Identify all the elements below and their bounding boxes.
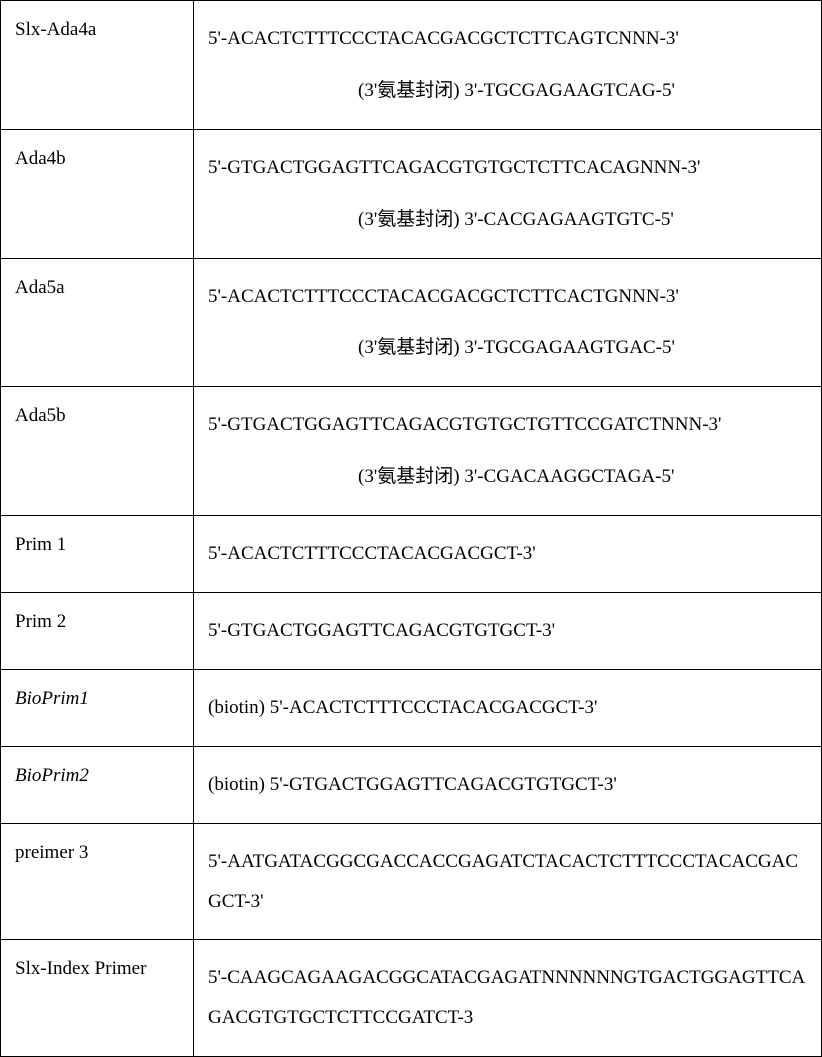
table-row: Ada4b 5'-GTGACTGGAGTTCAGACGTGTGCTCTTCACA…: [1, 129, 822, 258]
sequence-top: 5'-GTGACTGGAGTTCAGACGTGTGCTGTTCCGATCTNNN…: [208, 405, 807, 445]
row-label: Ada5b: [1, 387, 194, 516]
sequence-bottom: (3'氨基封闭) 3'-TGCGAGAAGTGAC-5': [208, 328, 807, 368]
sequence-bottom: (3'氨基封闭) 3'-TGCGAGAAGTCAG-5': [208, 71, 807, 111]
row-label: Slx-Ada4a: [1, 1, 194, 130]
table-row: preimer 3 5'-AATGATACGGCGACCACCGAGATCTAC…: [1, 823, 822, 940]
table-row: Ada5b 5'-GTGACTGGAGTTCAGACGTGTGCTGTTCCGA…: [1, 387, 822, 516]
row-sequence: 5'-ACACTCTTTCCCTACACGACGCT-3': [194, 516, 822, 593]
sequence-top: 5'-ACACTCTTTCCCTACACGACGCT-3': [208, 534, 807, 574]
table-row: BioPrim2 (biotin) 5'-GTGACTGGAGTTCAGACGT…: [1, 746, 822, 823]
table-row: Ada5a 5'-ACACTCTTTCCCTACACGACGCTCTTCACTG…: [1, 258, 822, 387]
row-label: Ada5a: [1, 258, 194, 387]
row-label: BioPrim2: [1, 746, 194, 823]
sequence-top: 5'-ACACTCTTTCCCTACACGACGCTCTTCAGTCNNN-3': [208, 19, 807, 59]
sequence-table: Slx-Ada4a 5'-ACACTCTTTCCCTACACGACGCTCTTC…: [0, 0, 822, 1057]
row-label: preimer 3: [1, 823, 194, 940]
sequence-top: 5'-GTGACTGGAGTTCAGACGTGTGCT-3': [208, 611, 807, 651]
row-sequence: 5'-ACACTCTTTCCCTACACGACGCTCTTCAGTCNNN-3'…: [194, 1, 822, 130]
row-label: Prim 2: [1, 593, 194, 670]
row-sequence: 5'-AATGATACGGCGACCACCGAGATCTACACTCTTTCCC…: [194, 823, 822, 940]
sequence-top: 5'-CAAGCAGAAGACGGCATACGAGATNNNNNNGTGACTG…: [208, 958, 807, 1038]
sequence-top: (biotin) 5'-GTGACTGGAGTTCAGACGTGTGCT-3': [208, 765, 807, 805]
row-label: BioPrim1: [1, 669, 194, 746]
row-sequence: 5'-CAAGCAGAAGACGGCATACGAGATNNNNNNGTGACTG…: [194, 940, 822, 1057]
sequence-top: 5'-AATGATACGGCGACCACCGAGATCTACACTCTTTCCC…: [208, 842, 807, 922]
sequence-bottom: (3'氨基封闭) 3'-CGACAAGGCTAGA-5': [208, 457, 807, 497]
row-sequence: 5'-GTGACTGGAGTTCAGACGTGTGCTGTTCCGATCTNNN…: [194, 387, 822, 516]
sequence-top: 5'-GTGACTGGAGTTCAGACGTGTGCTCTTCACAGNNN-3…: [208, 148, 807, 188]
row-sequence: 5'-ACACTCTTTCCCTACACGACGCTCTTCACTGNNN-3'…: [194, 258, 822, 387]
table-row: BioPrim1 (biotin) 5'-ACACTCTTTCCCTACACGA…: [1, 669, 822, 746]
row-label: Prim 1: [1, 516, 194, 593]
row-sequence: (biotin) 5'-GTGACTGGAGTTCAGACGTGTGCT-3': [194, 746, 822, 823]
sequence-top: (biotin) 5'-ACACTCTTTCCCTACACGACGCT-3': [208, 688, 807, 728]
sequence-bottom: (3'氨基封闭) 3'-CACGAGAAGTGTC-5': [208, 200, 807, 240]
row-sequence: 5'-GTGACTGGAGTTCAGACGTGTGCT-3': [194, 593, 822, 670]
table-row: Slx-Ada4a 5'-ACACTCTTTCCCTACACGACGCTCTTC…: [1, 1, 822, 130]
row-label: Slx-Index Primer: [1, 940, 194, 1057]
row-sequence: 5'-GTGACTGGAGTTCAGACGTGTGCTCTTCACAGNNN-3…: [194, 129, 822, 258]
table-row: Slx-Index Primer 5'-CAAGCAGAAGACGGCATACG…: [1, 940, 822, 1057]
row-sequence: (biotin) 5'-ACACTCTTTCCCTACACGACGCT-3': [194, 669, 822, 746]
row-label: Ada4b: [1, 129, 194, 258]
table-row: Prim 1 5'-ACACTCTTTCCCTACACGACGCT-3': [1, 516, 822, 593]
table-row: Prim 2 5'-GTGACTGGAGTTCAGACGTGTGCT-3': [1, 593, 822, 670]
sequence-top: 5'-ACACTCTTTCCCTACACGACGCTCTTCACTGNNN-3': [208, 277, 807, 317]
